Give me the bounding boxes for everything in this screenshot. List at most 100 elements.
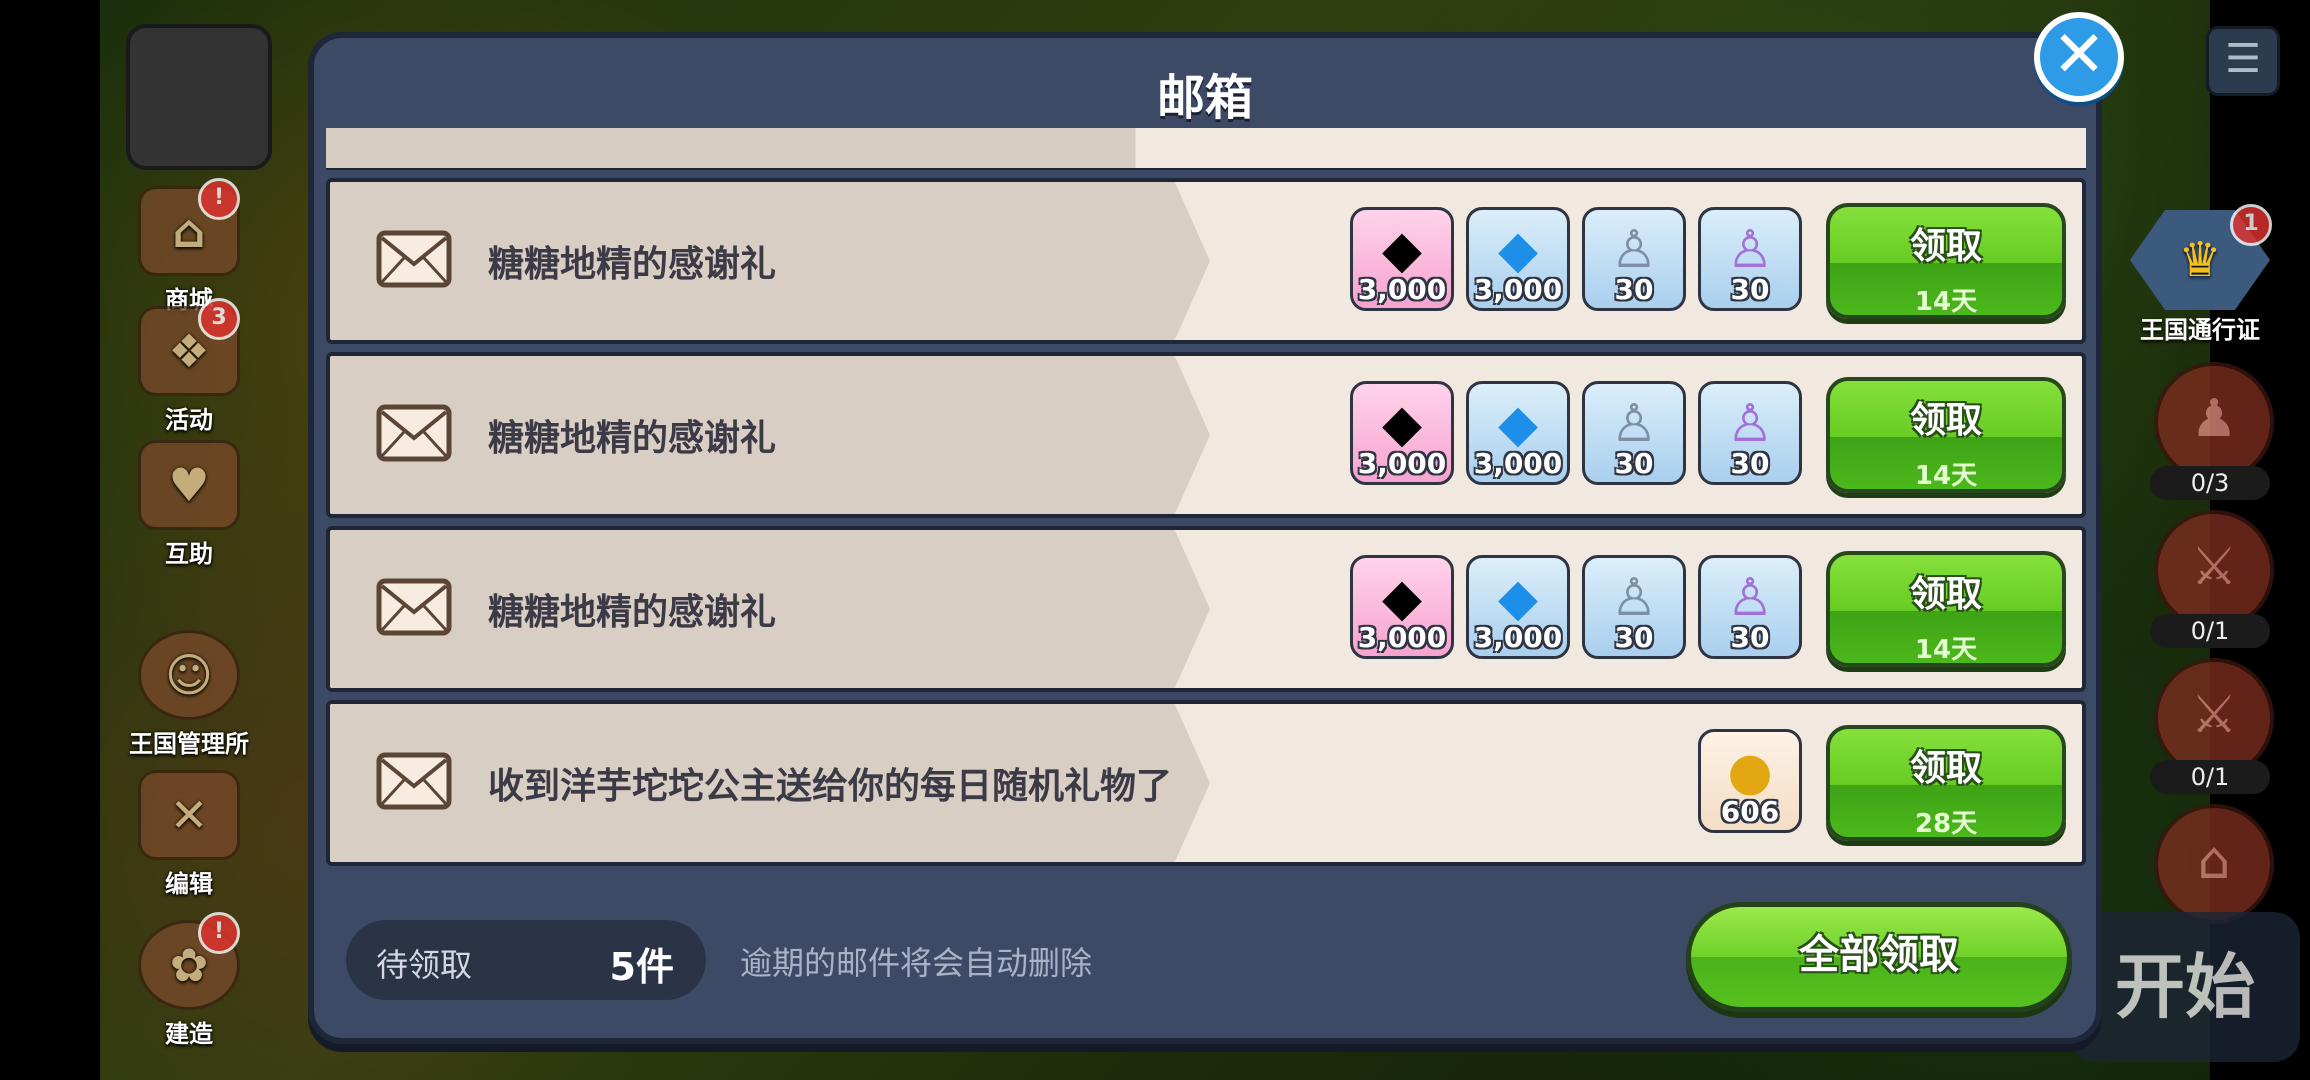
claim-all-button[interactable]: 全部领取	[1686, 902, 2072, 1012]
sword-icon[interactable]: ⚔	[2154, 510, 2274, 630]
reward-item[interactable]: ♙ 30	[1582, 207, 1686, 311]
sidebar-label: 活动	[165, 406, 213, 434]
notification-badge: 3	[198, 298, 240, 340]
reward-item[interactable]: ♙ 30	[1698, 381, 1802, 485]
claim-label: 领取	[1909, 226, 1982, 267]
expire-days: 14天	[1914, 635, 1978, 665]
quest-counter: 0/1	[2150, 760, 2270, 794]
expire-days: 14天	[1914, 461, 1978, 491]
reward-item[interactable]: ♙ 30	[1698, 555, 1802, 659]
reward-item[interactable]: ◆ 3,000	[1350, 555, 1454, 659]
pass-label: 王国通行证	[2140, 316, 2260, 344]
mail-title: 糖糖地精的感谢礼	[488, 418, 777, 459]
envelope-icon	[376, 752, 452, 810]
claim-label: 领取	[1909, 400, 1982, 441]
claim-button[interactable]: 领取 14天	[1826, 203, 2066, 319]
cookie-manager-icon: ☺	[138, 630, 240, 720]
claim-label: 领取	[1909, 574, 1982, 615]
reward-item[interactable]: ◆ 3,000	[1466, 207, 1570, 311]
cookie-cutter-purple-icon: ♙	[1726, 220, 1774, 280]
reward-qty: 3,000	[1473, 621, 1563, 654]
cookie-cutter-purple-icon: ♙	[1726, 568, 1774, 628]
reward-qty: 30	[1730, 447, 1770, 480]
reward-item[interactable]: ◆ 3,000	[1350, 207, 1454, 311]
reward-qty: 3,000	[1357, 621, 1447, 654]
diamond-icon: ◆	[1498, 568, 1538, 628]
mail-title: 收到洋芋坨坨公主送给你的每日随机礼物了	[488, 766, 1173, 807]
house-icon[interactable]: ⌂	[2154, 804, 2274, 924]
reward-qty: 30	[1730, 273, 1770, 306]
cookie-cutter-purple-icon: ♙	[1726, 394, 1774, 454]
reward-item[interactable]: ◆ 3,000	[1350, 381, 1454, 485]
reward-item[interactable]: ♙ 30	[1582, 555, 1686, 659]
reward-qty: 3,000	[1357, 447, 1447, 480]
diamond-icon: ◆	[1498, 394, 1538, 454]
pending-label: 待领取	[376, 946, 473, 984]
claim-label: 领取	[1909, 748, 1982, 789]
sidebar-shop-button[interactable]: ⌂ ! 商城	[114, 178, 264, 315]
claim-button[interactable]: 领取 14天	[1826, 551, 2066, 667]
cookie-cutter-silver-icon: ♙	[1610, 568, 1658, 628]
sidebar-build-button[interactable]: ✿ ! 建造	[114, 912, 264, 1049]
pending-count: 5件	[609, 945, 674, 989]
mail-item[interactable]: 收到洋芋坨坨公主送给你的每日随机礼物了 ● 606 领取 28天	[326, 700, 2086, 866]
pending-count-pill: 待领取 5件	[346, 920, 706, 1000]
reward-qty: 3,000	[1473, 273, 1563, 306]
mail-item[interactable]: 糖糖地精的感谢礼 ◆ 3,000 ◆ 3,000 ♙ 30 ♙ 30 领取 14…	[326, 526, 2086, 692]
reward-item[interactable]: ◆ 3,000	[1466, 555, 1570, 659]
rainbow-cube-icon: ◆	[1382, 394, 1422, 454]
gold-crown-coin-icon: ●	[1727, 742, 1773, 802]
mail-item[interactable]: 糖糖地精的感谢礼 ◆ 3,000 ◆ 3,000 ♙ 30 ♙ 30 领取 14…	[326, 178, 2086, 344]
quest-counter: 0/1	[2150, 614, 2270, 648]
reward-item[interactable]: ♙ 30	[1698, 207, 1802, 311]
envelope-icon	[376, 230, 452, 288]
mail-title: 糖糖地精的感谢礼	[488, 592, 777, 633]
envelope-icon	[376, 404, 452, 462]
edit-tools-icon: ✕	[138, 770, 240, 860]
notification-badge: 1	[2230, 204, 2272, 246]
mail-item[interactable]: 糖糖地精的感谢礼 ◆ 3,000 ◆ 3,000 ♙ 30 ♙ 30 领取 14…	[326, 352, 2086, 518]
sidebar-kingdom-manager-button[interactable]: ☺ 王国管理所	[114, 630, 264, 759]
diamond-icon: ◆	[1498, 220, 1538, 280]
reward-qty: 606	[1720, 795, 1780, 828]
kingdom-pass-button[interactable]: ♛ 1 王国通行证	[2122, 204, 2278, 344]
close-icon[interactable]: ✕	[2034, 12, 2124, 102]
sidebar-label: 王国管理所	[129, 730, 249, 758]
sidebar-help-button[interactable]: ♥ 互助	[114, 440, 264, 569]
mail-list[interactable]: 糖糖地精的感谢礼 ◆ 3,000 ◆ 3,000 ♙ 30 ♙ 30 领取 14…	[326, 136, 2086, 876]
sidebar-label: 建造	[165, 1020, 213, 1048]
reward-items: ◆ 3,000 ◆ 3,000 ♙ 30 ♙ 30	[1350, 555, 1802, 659]
rainbow-cube-icon: ◆	[1382, 220, 1422, 280]
reward-qty: 3,000	[1473, 447, 1563, 480]
claim-button[interactable]: 领取 14天	[1826, 377, 2066, 493]
player-avatar[interactable]	[126, 24, 272, 170]
sidebar-label: 编辑	[165, 870, 213, 898]
reward-items: ● 606	[1698, 729, 1802, 833]
start-button[interactable]: 开始	[2070, 912, 2300, 1062]
menu-icon[interactable]: ☰	[2206, 26, 2280, 96]
cookie-cutter-silver-icon: ♙	[1610, 394, 1658, 454]
handshake-icon: ♥	[138, 440, 240, 530]
rainbow-cube-icon: ◆	[1382, 568, 1422, 628]
quest-counter: 0/3	[2150, 466, 2270, 500]
cookie-cutter-silver-icon: ♙	[1610, 220, 1658, 280]
reward-items: ◆ 3,000 ◆ 3,000 ♙ 30 ♙ 30	[1350, 381, 1802, 485]
reward-qty: 30	[1614, 273, 1654, 306]
expire-days: 14天	[1914, 287, 1978, 317]
claim-button[interactable]: 领取 28天	[1826, 725, 2066, 841]
reward-item[interactable]: ● 606	[1698, 729, 1802, 833]
reward-item[interactable]: ♙ 30	[1582, 381, 1686, 485]
dialog-title: 邮箱	[1156, 70, 1253, 126]
npc-icon[interactable]: ♟	[2154, 362, 2274, 482]
sidebar-edit-button[interactable]: ✕ 编辑	[114, 770, 264, 899]
expire-days: 28天	[1914, 809, 1978, 839]
reward-item[interactable]: ◆ 3,000	[1466, 381, 1570, 485]
notification-badge: !	[198, 178, 240, 220]
expiry-note: 逾期的邮件将会自动删除	[740, 944, 1093, 982]
sidebar-event-button[interactable]: ❖ 3 活动	[114, 298, 264, 435]
reward-qty: 30	[1614, 621, 1654, 654]
sidebar-label: 互助	[165, 540, 213, 568]
reward-qty: 3,000	[1357, 273, 1447, 306]
reward-qty: 30	[1730, 621, 1770, 654]
reward-qty: 30	[1614, 447, 1654, 480]
